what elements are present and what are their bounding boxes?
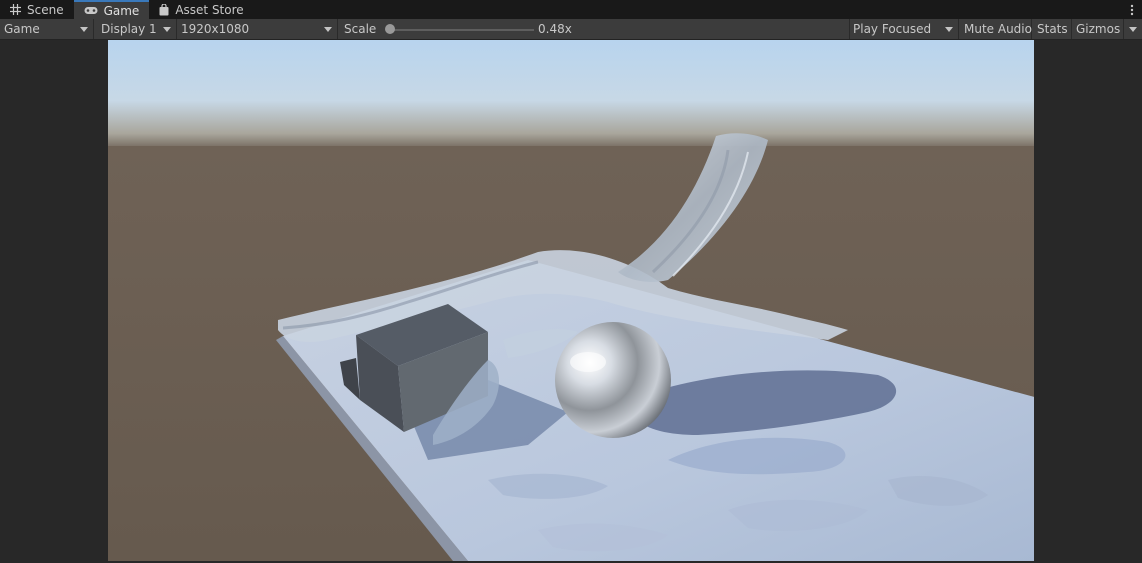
shopping-bag-icon [159,3,169,16]
mute-audio-label: Mute Audio [964,22,1032,36]
chevron-down-icon [163,27,171,32]
tab-asset-store[interactable]: Asset Store [149,0,253,19]
metal-sphere [555,322,671,438]
play-mode-value: Play Focused [853,22,932,36]
chevron-down-icon [945,27,953,32]
mute-audio-toggle[interactable]: Mute Audio [960,19,1032,39]
view-mode-value: Game [4,22,40,36]
gizmos-dropdown[interactable] [1124,19,1142,39]
scale-slider-thumb[interactable] [385,24,395,34]
resolution-dropdown[interactable]: 1920x1080 [177,19,338,39]
scale-control: Scale 0.48x [340,19,850,39]
gamepad-icon [84,6,98,15]
game-scene-render [108,40,1034,561]
sky [108,40,1034,150]
tab-scene[interactable]: Scene [0,0,74,19]
tab-asset-store-label: Asset Store [175,2,244,17]
game-render[interactable] [108,40,1034,561]
display-dropdown[interactable]: Display 1 [97,19,177,39]
scale-value: 0.48x [538,22,572,36]
resolution-value: 1920x1080 [181,22,250,36]
grid-icon [10,4,21,15]
tab-game-label: Game [103,3,140,18]
gizmos-toggle[interactable]: Gizmos [1072,19,1124,39]
scale-slider-track[interactable] [386,29,534,31]
editor-tab-bar: Scene Game Asset Store [0,0,1142,19]
tab-game[interactable]: Game [73,0,150,19]
stats-label: Stats [1037,22,1068,36]
tab-scene-label: Scene [27,2,64,17]
game-view-toolbar: Game Display 1 1920x1080 Scale 0.48x Pla… [0,19,1142,40]
chevron-down-icon [324,27,332,32]
gizmos-label: Gizmos [1076,22,1121,36]
view-mode-dropdown[interactable]: Game [0,19,94,39]
play-mode-dropdown[interactable]: Play Focused [849,19,959,39]
scale-label: Scale [344,22,377,36]
stats-toggle[interactable]: Stats [1033,19,1072,39]
display-value: Display 1 [101,22,157,36]
game-viewport[interactable] [0,40,1142,563]
more-options-icon[interactable] [1122,0,1142,19]
chevron-down-icon [80,27,88,32]
chevron-down-icon [1129,27,1137,32]
